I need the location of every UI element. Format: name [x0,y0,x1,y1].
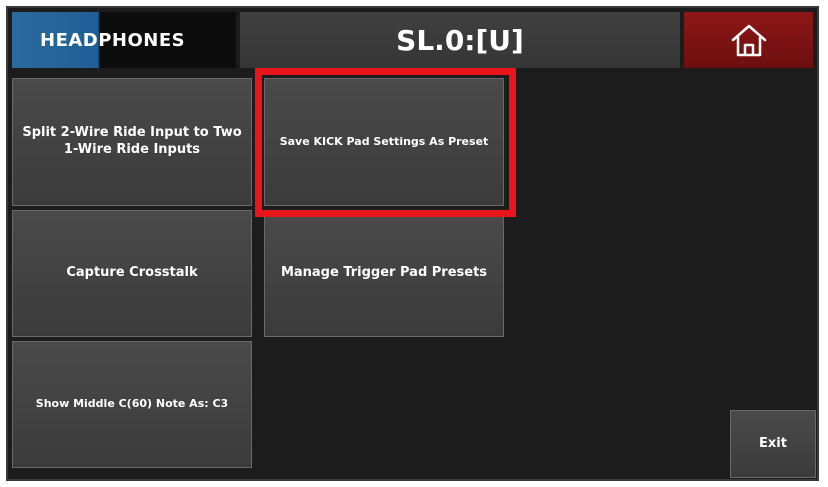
exit-button[interactable]: Exit [730,410,816,478]
split-ride-label: Split 2-Wire Ride Input to Two 1-Wire Ri… [22,125,242,157]
headphones-label: HEADPHONES [40,29,186,51]
home-button[interactable] [684,12,813,68]
capture-crosstalk-button[interactable]: Capture Crosstalk [12,210,252,337]
capture-crosstalk-label: Capture Crosstalk [66,265,198,281]
save-kick-preset-button[interactable]: Save KICK Pad Settings As Preset [264,78,504,206]
show-middle-c-button[interactable]: Show Middle C(60) Note As: C3 [12,341,252,468]
page-title-text: SL.0:[U] [396,23,524,57]
home-icon [731,24,766,57]
manage-presets-label: Manage Trigger Pad Presets [280,265,488,281]
headphones-button[interactable]: HEADPHONES [12,12,236,68]
page-title: SL.0:[U] [240,12,680,68]
top-bar: HEADPHONES SL.0:[U] [8,8,817,72]
device-screen: HEADPHONES SL.0:[U] Split 2-Wire Ride In… [6,6,819,481]
exit-label: Exit [759,435,787,451]
show-middle-c-label: Show Middle C(60) Note As: C3 [35,397,229,411]
manage-presets-button[interactable]: Manage Trigger Pad Presets [264,210,504,337]
save-kick-preset-label: Save KICK Pad Settings As Preset [279,134,489,148]
split-ride-button[interactable]: Split 2-Wire Ride Input to Two 1-Wire Ri… [12,78,252,206]
